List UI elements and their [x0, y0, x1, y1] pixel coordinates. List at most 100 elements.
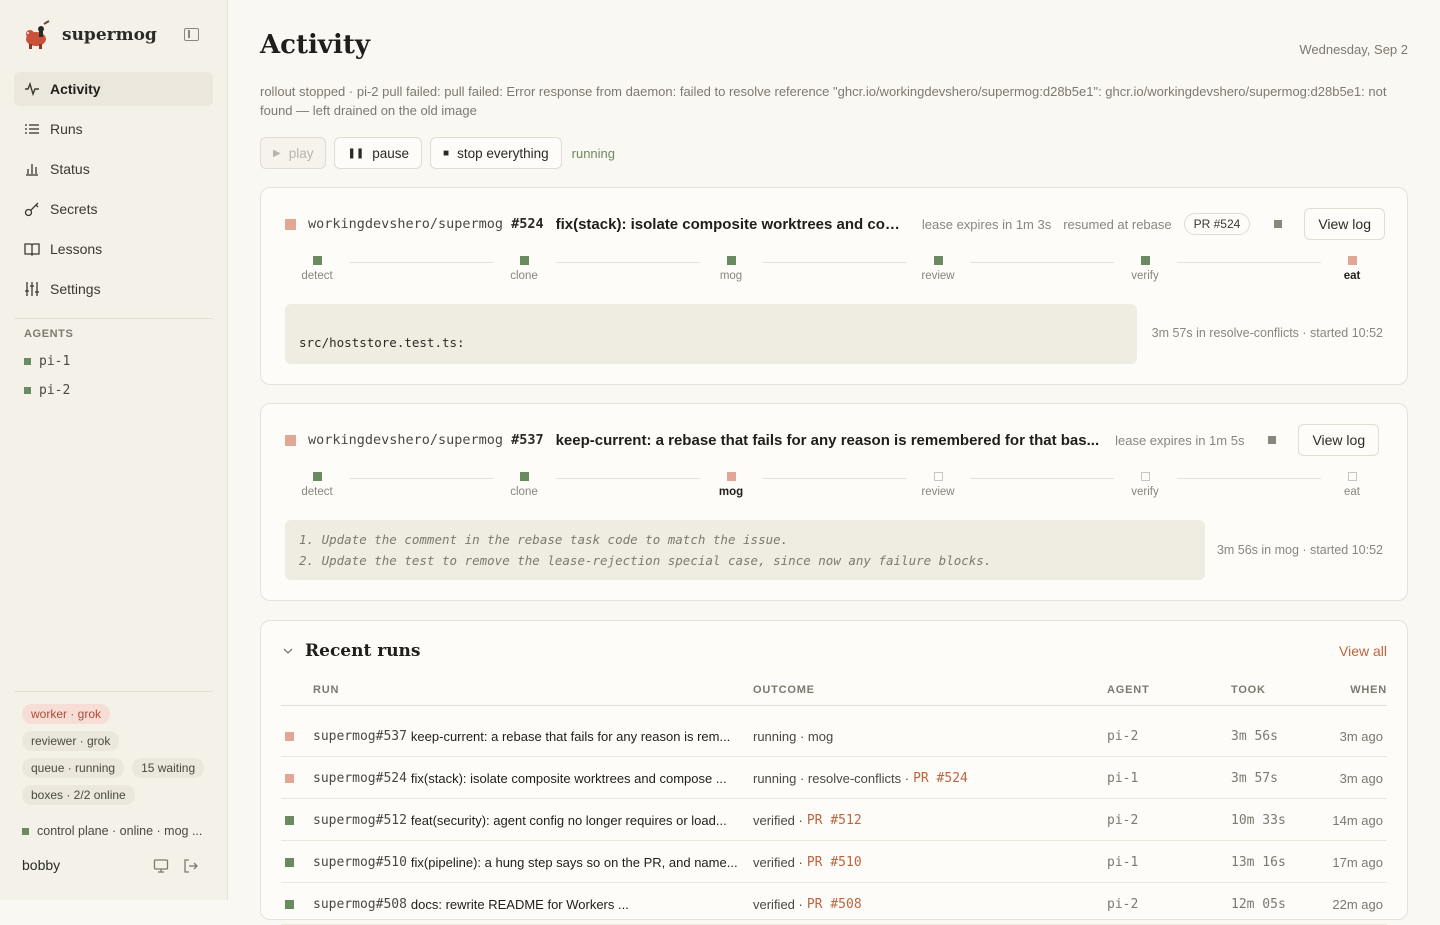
pr-link[interactable]: PR #512	[807, 813, 862, 828]
task-number: #524	[511, 216, 544, 232]
rollout-alert: rollout stopped · pi-2 pull failed: pull…	[260, 84, 1387, 118]
table-row[interactable]: supermog#512 feat(security): agent config…	[281, 799, 1387, 841]
log-preview: src/hoststore.test.ts:	[285, 304, 1137, 364]
run-id: supermog#537	[313, 728, 407, 744]
nav-label: Status	[50, 161, 90, 177]
nav-item-status[interactable]: Status	[14, 152, 213, 186]
table-row[interactable]: supermog#524 fix(stack): isolate composit…	[281, 757, 1387, 799]
pause-label: pause	[372, 145, 410, 161]
recent-runs-toggle[interactable]: Recent runs	[281, 641, 421, 661]
table-row[interactable]: supermog#537 keep-current: a rebase that …	[281, 715, 1387, 757]
nav-item-runs[interactable]: Runs	[14, 112, 213, 146]
sidebar-divider	[14, 318, 213, 319]
main-nav: Activity Runs Status Secrets Lessons Set…	[14, 72, 213, 312]
stop-task-icon[interactable]	[1274, 220, 1283, 228]
run-id: supermog#512	[313, 812, 407, 828]
stage-clone: clone	[494, 256, 554, 282]
col-when[interactable]: WHEN	[1350, 684, 1387, 696]
monitor-icon[interactable]	[153, 858, 169, 877]
run-cell[interactable]: supermog#510 fix(pipeline): a hung step s…	[313, 841, 741, 883]
pipeline-connector	[1177, 478, 1321, 479]
took-cell: 12m 05s	[1231, 896, 1286, 912]
outcome-text: verified ·	[753, 896, 803, 912]
nav-item-lessons[interactable]: Lessons	[14, 232, 213, 266]
view-log-button[interactable]: View log	[1298, 424, 1380, 456]
nav-label: Lessons	[50, 241, 103, 257]
main-content: Activity Wednesday, Sep 2 rollout stoppe…	[228, 0, 1440, 925]
task-header: workingdevshero/supermog #537 keep-curre…	[285, 424, 1385, 456]
pipeline-connector	[556, 478, 700, 479]
run-cell[interactable]: supermog#537 keep-current: a rebase that …	[313, 715, 741, 757]
play-button[interactable]: ▶ play	[260, 137, 327, 169]
agent-cell: pi-1	[1107, 770, 1139, 786]
nav-item-secrets[interactable]: Secrets	[14, 192, 213, 226]
log-line: 2. Update the test to remove the lease-r…	[299, 553, 992, 568]
collapse-sidebar-icon[interactable]	[184, 28, 199, 41]
nav-label: Activity	[50, 81, 101, 97]
stage-dot	[519, 256, 529, 265]
run-cell[interactable]: supermog#524 fix(stack): isolate composit…	[313, 757, 741, 799]
pipeline-connector	[970, 478, 1114, 479]
recent-runs-title: Recent runs	[305, 641, 421, 661]
elapsed-time: 3m 57s in resolve-conflicts · started 10…	[1151, 326, 1383, 340]
agent-item[interactable]: pi-2	[24, 383, 70, 398]
control-plane-status: control plane · online · mog ...	[22, 824, 212, 838]
page-title: Activity	[260, 30, 370, 60]
outcome-text: verified ·	[753, 812, 803, 828]
run-status-cell	[285, 757, 294, 799]
pr-pill[interactable]: PR #524	[1183, 213, 1251, 235]
stage-verify: verify	[1115, 472, 1175, 498]
agent-status-dot	[24, 387, 31, 394]
pipeline-connector	[1177, 262, 1321, 263]
stage-label: clone	[510, 270, 538, 282]
user-actions	[153, 858, 199, 877]
play-label: play	[288, 145, 314, 161]
stop-everything-button[interactable]: ■ stop everything	[430, 137, 562, 169]
run-cell[interactable]: supermog#508 docs: rewrite README for Wor…	[313, 883, 741, 925]
key-icon	[24, 201, 40, 217]
col-outcome[interactable]: OUTCOME	[753, 684, 815, 696]
brand[interactable]: supermog	[22, 18, 157, 52]
logout-icon[interactable]	[183, 858, 199, 877]
col-agent[interactable]: AGENT	[1107, 684, 1150, 696]
task-number: #537	[511, 432, 544, 448]
sidebar-divider	[14, 691, 213, 692]
agent-item[interactable]: pi-1	[24, 354, 70, 369]
when-cell: 22m ago	[1332, 896, 1383, 912]
bar-chart-icon	[24, 161, 40, 177]
agent-cell: pi-1	[1107, 854, 1139, 870]
task-header: workingdevshero/supermog #524 fix(stack)…	[285, 208, 1385, 240]
pr-link[interactable]: PR #524	[913, 771, 968, 786]
stage-label: eat	[1344, 486, 1360, 498]
pipeline-connector	[349, 478, 493, 479]
pipeline: detect clone mog review verify eat	[285, 472, 1385, 502]
stage-label: mog	[718, 486, 744, 498]
task-repo: workingdevshero/supermog	[308, 216, 504, 232]
view-log-button[interactable]: View log	[1304, 208, 1385, 240]
run-status-dot	[285, 899, 294, 909]
table-row[interactable]: supermog#508 docs: rewrite README for Wor…	[281, 883, 1387, 925]
agent-cell: pi-2	[1107, 728, 1139, 744]
nav-item-activity[interactable]: Activity	[14, 72, 213, 106]
pause-button[interactable]: ❚❚ pause	[334, 137, 423, 169]
task-card: workingdevshero/supermog #524 fix(stack)…	[260, 187, 1408, 385]
stage-label: detect	[301, 486, 333, 498]
nav-item-settings[interactable]: Settings	[14, 272, 213, 306]
pr-link[interactable]: PR #510	[807, 855, 862, 870]
run-status-dot	[285, 857, 294, 867]
pipeline-connector	[349, 262, 493, 263]
pr-link[interactable]: PR #508	[807, 897, 862, 912]
table-row[interactable]: supermog#510 fix(pipeline): a hung step s…	[281, 841, 1387, 883]
view-all-link[interactable]: View all	[1339, 643, 1387, 659]
stage-label: review	[921, 270, 955, 282]
recent-runs: Recent runs View all RUN OUTCOME AGENT T…	[260, 620, 1408, 925]
stage-label: mog	[719, 270, 743, 282]
stage-review: review	[908, 256, 968, 282]
stop-task-icon[interactable]	[1268, 436, 1277, 444]
col-took[interactable]: TOOK	[1231, 684, 1266, 696]
run-cell[interactable]: supermog#512 feat(security): agent config…	[313, 799, 741, 841]
col-run[interactable]: RUN	[313, 684, 339, 696]
queue-chip: queue · running	[22, 758, 125, 778]
pipeline-connector	[763, 478, 907, 479]
when-cell: 14m ago	[1332, 812, 1383, 828]
